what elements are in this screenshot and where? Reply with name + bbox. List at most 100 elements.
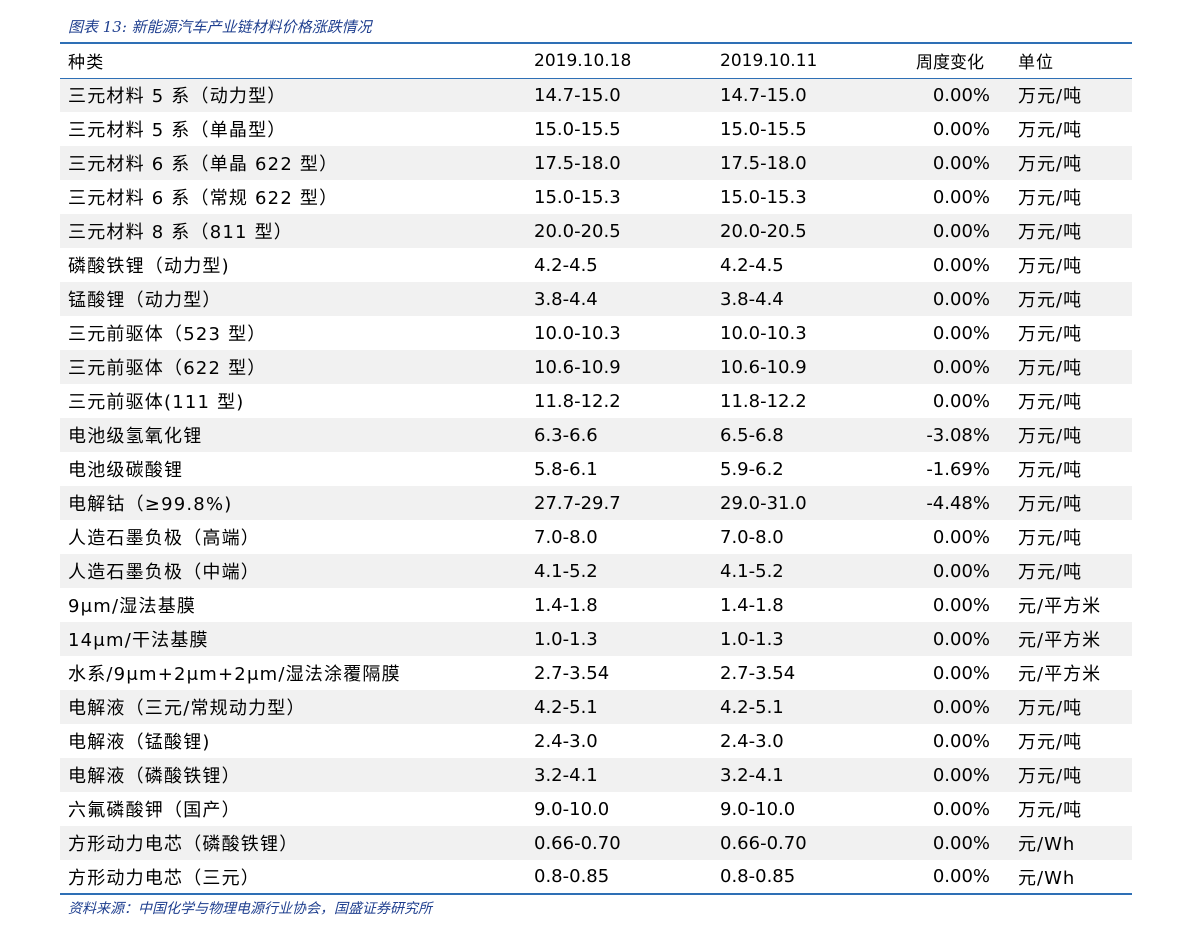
cell-unit: 万元/吨 xyxy=(1018,222,1083,243)
cell-price-current: 10.6-10.9 xyxy=(534,356,621,378)
cell-price-current: 14.7-15.0 xyxy=(534,84,621,106)
cell-price-previous: 2.7-3.54 xyxy=(720,662,796,684)
table-row: 水系/9μm+2μm+2μm/湿法涂覆隔膜 2.7-3.54 2.7-3.54 0.0… xyxy=(60,656,1132,690)
cell-price-current: 5.8-6.1 xyxy=(534,458,598,480)
cell-unit: 万元/吨 xyxy=(1018,460,1083,481)
cell-unit: 万元/吨 xyxy=(1018,324,1083,345)
cell-weekly-change: 0.00% xyxy=(932,798,990,820)
table-row: 三元材料 5 系（单晶型） 15.0-15.5 15.0-15.5 0.00% 万元/吨 xyxy=(60,112,1132,146)
price-table: 种类 2019.10.18 2019.10.11 周度变化 单位 三元材料 5 … xyxy=(60,44,1132,895)
table-row: 电池级氢氧化锂 6.3-6.6 6.5-6.8 -3.08% 万元/吨 xyxy=(60,418,1132,452)
cell-unit: 万元/吨 xyxy=(1018,800,1083,821)
table-body: 三元材料 5 系（动力型） 14.7-15.0 14.7-15.0 0.00% 万元/吨… xyxy=(60,78,1132,894)
table-row: 电解液（磷酸铁锂） 3.2-4.1 3.2-4.1 0.00% 万元/吨 xyxy=(60,758,1132,792)
cell-price-previous: 0.8-0.85 xyxy=(720,866,796,887)
cell-category: 方形动力电芯（三元） xyxy=(68,867,260,889)
cell-weekly-change: 0.00% xyxy=(932,526,990,548)
cell-category: 三元前驱体(111 型) xyxy=(68,392,245,413)
cell-unit: 元/平方米 xyxy=(1018,596,1102,617)
table-row: 电解液（锰酸锂) 2.4-3.0 2.4-3.0 0.00% 万元/吨 xyxy=(60,724,1132,758)
cell-weekly-change: 0.00% xyxy=(932,594,990,616)
cell-category: 电解液（三元/常规动力型） xyxy=(68,698,306,719)
cell-weekly-change: 0.00% xyxy=(932,186,990,208)
cell-price-current: 4.2-4.5 xyxy=(534,254,598,276)
figure-caption: 图表 13: 新能源汽车产业链材料价格涨跌情况 xyxy=(60,0,1132,44)
cell-weekly-change: 0.00% xyxy=(932,662,990,684)
cell-category: 人造石墨负极（高端） xyxy=(68,528,260,549)
cell-category: 9μm/湿法基膜 xyxy=(68,596,197,617)
cell-unit: 万元/吨 xyxy=(1018,392,1083,413)
cell-weekly-change: 0.00% xyxy=(932,696,990,718)
cell-unit: 万元/吨 xyxy=(1018,698,1083,719)
cell-price-current: 0.66-0.70 xyxy=(534,832,621,854)
table-row: 电解液（三元/常规动力型） 4.2-5.1 4.2-5.1 0.00% 万元/吨 xyxy=(60,690,1132,724)
cell-price-current: 15.0-15.3 xyxy=(534,186,621,208)
cell-category: 电解液（锰酸锂) xyxy=(68,732,211,753)
cell-category: 三元材料 5 系（动力型） xyxy=(68,86,287,108)
cell-weekly-change: 0.00% xyxy=(932,390,990,412)
cell-price-current: 2.4-3.0 xyxy=(534,730,598,752)
table-header-row: 种类 2019.10.18 2019.10.11 周度变化 单位 xyxy=(60,44,1132,79)
cell-price-previous: 4.2-4.5 xyxy=(720,254,784,276)
cell-category: 三元前驱体（622 型） xyxy=(68,358,267,379)
header-date-previous: 2019.10.11 xyxy=(712,44,898,79)
cell-price-previous: 10.0-10.3 xyxy=(720,322,807,344)
cell-category: 电池级氢氧化锂 xyxy=(68,426,203,447)
cell-price-previous: 29.0-31.0 xyxy=(720,492,807,514)
cell-category: 三元材料 5 系（单晶型） xyxy=(68,120,287,141)
table-row: 三元材料 6 系（单晶 622 型） 17.5-18.0 17.5-18.0 0.00… xyxy=(60,146,1132,180)
cell-price-previous: 7.0-8.0 xyxy=(720,526,784,548)
table-row: 9μm/湿法基膜 1.4-1.8 1.4-1.8 0.00% 元/平方米 xyxy=(60,588,1132,622)
cell-price-previous: 1.4-1.8 xyxy=(720,594,784,616)
cell-category: 三元材料 8 系（811 型） xyxy=(68,222,293,243)
cell-unit: 万元/吨 xyxy=(1018,86,1083,108)
table-row: 方形动力电芯（三元） 0.8-0.85 0.8-0.85 0.00% 元/Wh xyxy=(60,860,1132,894)
cell-category: 三元材料 6 系（单晶 622 型） xyxy=(68,154,339,175)
cell-weekly-change: -1.69% xyxy=(926,458,990,480)
cell-category: 磷酸铁锂（动力型) xyxy=(68,256,230,277)
cell-price-previous: 15.0-15.3 xyxy=(720,186,807,208)
cell-price-previous: 0.66-0.70 xyxy=(720,832,807,854)
table-row: 电解钴（≥99.8%) 27.7-29.7 29.0-31.0 -4.48% 万元/吨 xyxy=(60,486,1132,520)
cell-unit: 元/Wh xyxy=(1018,867,1076,889)
cell-price-current: 1.4-1.8 xyxy=(534,594,598,616)
cell-price-current: 10.0-10.3 xyxy=(534,322,621,344)
cell-unit: 元/平方米 xyxy=(1018,664,1102,685)
cell-category: 人造石墨负极（中端） xyxy=(68,562,260,583)
table-row: 锰酸锂（动力型） 3.8-4.4 3.8-4.4 0.00% 万元/吨 xyxy=(60,282,1132,316)
cell-weekly-change: 0.00% xyxy=(932,220,990,242)
cell-price-current: 6.3-6.6 xyxy=(534,424,598,446)
table-row: 电池级碳酸锂 5.8-6.1 5.9-6.2 -1.69% 万元/吨 xyxy=(60,452,1132,486)
cell-category: 14μm/干法基膜 xyxy=(68,630,209,651)
cell-price-current: 0.8-0.85 xyxy=(534,866,610,887)
cell-unit: 万元/吨 xyxy=(1018,528,1083,549)
cell-weekly-change: 0.00% xyxy=(932,254,990,276)
cell-unit: 万元/吨 xyxy=(1018,188,1083,209)
cell-price-previous: 14.7-15.0 xyxy=(720,84,807,106)
cell-price-current: 17.5-18.0 xyxy=(534,152,621,174)
table-row: 三元前驱体（622 型） 10.6-10.9 10.6-10.9 0.00% 万元/吨 xyxy=(60,350,1132,384)
cell-price-current: 3.2-4.1 xyxy=(534,764,598,786)
cell-price-previous: 4.1-5.2 xyxy=(720,560,784,582)
cell-unit: 万元/吨 xyxy=(1018,732,1083,753)
header-unit: 单位 xyxy=(1012,44,1132,79)
header-date-current: 2019.10.18 xyxy=(526,44,712,79)
cell-price-previous: 4.2-5.1 xyxy=(720,696,784,718)
cell-weekly-change: -4.48% xyxy=(926,492,990,514)
cell-price-current: 11.8-12.2 xyxy=(534,390,621,412)
cell-unit: 元/平方米 xyxy=(1018,630,1102,651)
cell-price-current: 2.7-3.54 xyxy=(534,662,610,684)
cell-unit: 万元/吨 xyxy=(1018,120,1083,141)
header-weekly-change: 周度变化 xyxy=(898,44,1012,79)
cell-category: 三元材料 6 系（常规 622 型） xyxy=(68,188,339,209)
cell-weekly-change: 0.00% xyxy=(932,118,990,140)
cell-weekly-change: 0.00% xyxy=(932,764,990,786)
cell-weekly-change: 0.00% xyxy=(932,152,990,174)
cell-category: 电解液（磷酸铁锂） xyxy=(68,766,241,787)
cell-weekly-change: 0.00% xyxy=(932,866,990,887)
table-row: 三元材料 6 系（常规 622 型） 15.0-15.3 15.0-15.3 0.00… xyxy=(60,180,1132,214)
cell-weekly-change: 0.00% xyxy=(932,322,990,344)
cell-price-previous: 10.6-10.9 xyxy=(720,356,807,378)
table-row: 三元材料 5 系（动力型） 14.7-15.0 14.7-15.0 0.00% 万元/吨 xyxy=(60,78,1132,112)
cell-category: 锰酸锂（动力型） xyxy=(68,290,222,311)
